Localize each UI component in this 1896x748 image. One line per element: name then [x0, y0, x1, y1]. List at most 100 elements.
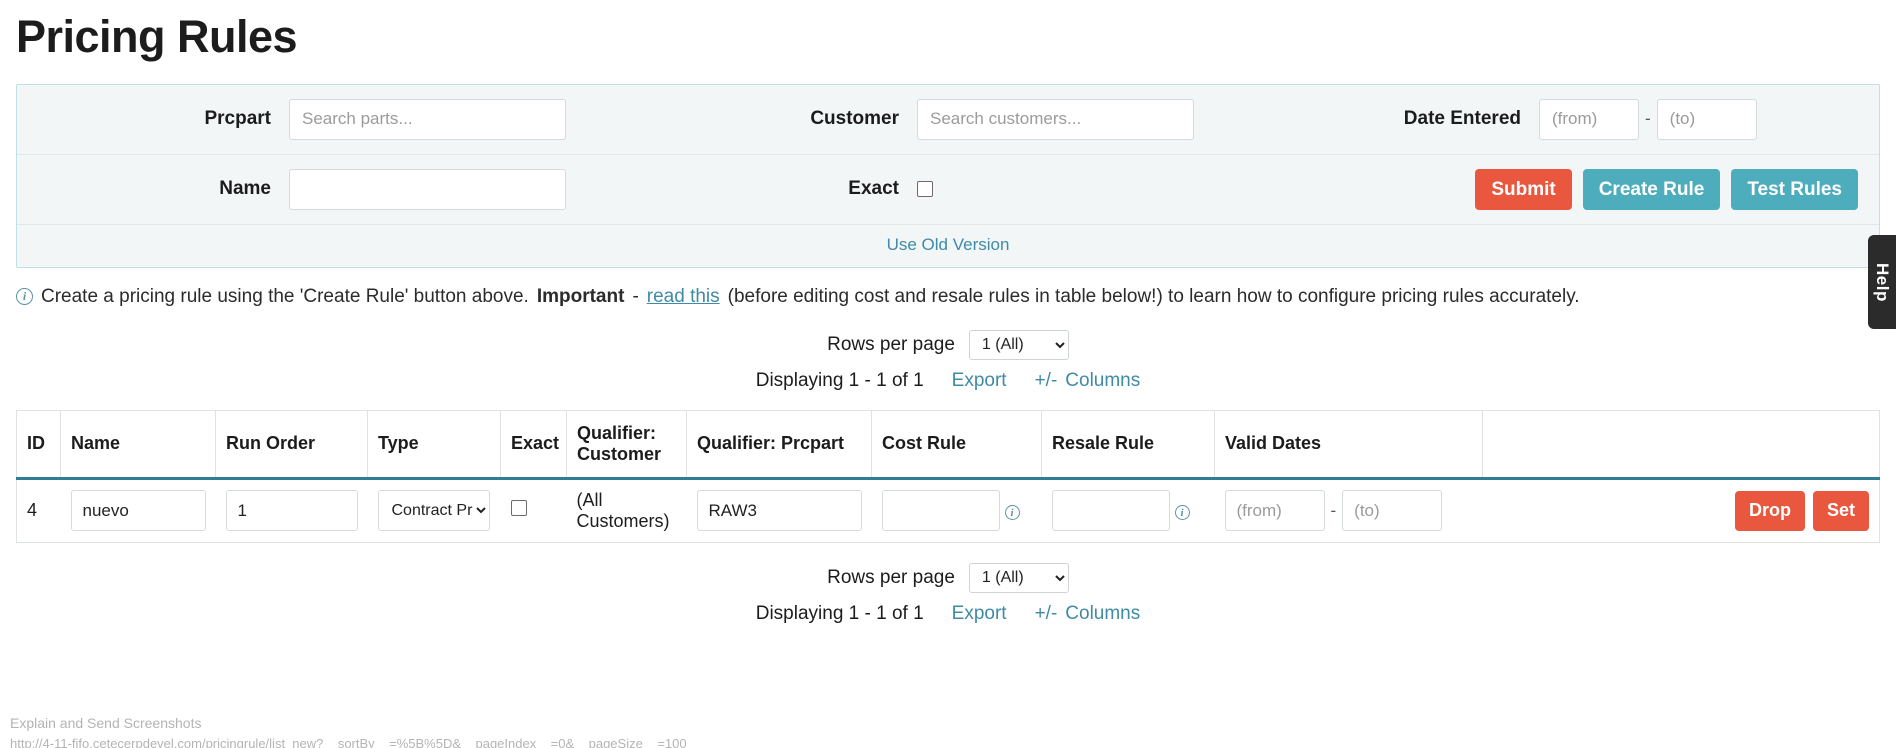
filter-field-customer: Customer [645, 98, 1267, 140]
exact-label: Exact [848, 178, 899, 199]
col-header-id[interactable]: ID [16, 409, 61, 480]
use-old-version-link[interactable]: Use Old Version [887, 235, 1010, 255]
filter-actions: Submit Create Rule Test Rules [1267, 168, 1879, 210]
filter-row-1: Prcpart Customer Date Entered - [17, 85, 1879, 154]
qualifier-customer-line1: Qualifier: [577, 422, 657, 443]
cell-actions: Drop Set [1482, 478, 1880, 543]
pager-top-columns-link[interactable]: Columns [1065, 370, 1140, 392]
pager-bottom-plusminus-link[interactable]: +/- [1035, 603, 1058, 625]
pager-bottom-export-link[interactable]: Export [952, 603, 1007, 625]
pager-top-columns-group: +/- Columns [1035, 370, 1141, 392]
pricing-rules-page: Pricing Rules Prcpart Customer Date Ente… [0, 12, 1896, 748]
col-header-qualifier-customer[interactable]: Qualifier: Customer [566, 409, 687, 480]
filter-field-exact: Exact [645, 178, 1267, 200]
table-row: 4 Contract Pri (All Cus [16, 478, 1880, 543]
prcpart-input[interactable] [289, 98, 566, 140]
col-header-qualifier-prcpart[interactable]: Qualifier: Prcpart [686, 409, 872, 480]
date-entered-label: Date Entered [1403, 108, 1521, 129]
row-valid-to-input[interactable] [1342, 490, 1443, 531]
status-overlay-url: http://4-11-fifo.cetecerpdevel.com/prici… [10, 736, 687, 748]
filter-row-2: Name Exact Submit Create Rule Test Rules [17, 153, 1879, 224]
valid-dates-range: - [1224, 490, 1473, 531]
row-valid-from-input[interactable] [1224, 490, 1325, 531]
row-drop-button[interactable]: Drop [1734, 490, 1805, 531]
customer-input[interactable] [917, 98, 1194, 140]
col-header-resale-rule[interactable]: Resale Rule [1041, 409, 1215, 480]
status-overlay: Explain and Send Screenshots http://4-11… [10, 712, 687, 748]
status-overlay-title: Explain and Send Screenshots [10, 715, 202, 731]
cell-valid-dates: - [1214, 478, 1483, 543]
col-header-name[interactable]: Name [60, 409, 216, 480]
info-banner: i Create a pricing rule using the 'Creat… [16, 286, 1896, 308]
cell-type: Contract Pri [367, 478, 501, 543]
pricing-rules-table: ID Name Run Order Type Exact Qualifier: … [16, 409, 1880, 543]
qualifier-customer-line2: Customer [577, 443, 662, 464]
pager-top-rows-per-page-label: Rows per page [827, 333, 955, 355]
col-header-run-order[interactable]: Run Order [215, 409, 368, 480]
row-name-input[interactable] [70, 490, 206, 531]
pager-bottom-columns-link[interactable]: Columns [1065, 603, 1140, 625]
pager-bottom-rows-per-page-label: Rows per page [827, 566, 955, 588]
row-set-button[interactable]: Set [1812, 490, 1869, 531]
name-label: Name [219, 178, 271, 199]
cell-run-order [215, 478, 368, 543]
cell-id: 4 [16, 478, 61, 543]
filter-panel: Prcpart Customer Date Entered - Name Exa… [16, 83, 1880, 268]
row-cost-rule-input[interactable] [881, 490, 1000, 531]
cell-resale-rule: i [1041, 478, 1215, 543]
info-important-word: Important [536, 285, 625, 307]
cost-rule-info-icon[interactable]: i [1004, 505, 1020, 520]
pager-bottom-rows-per-page: Rows per page 1 (All) [0, 562, 1896, 593]
cell-qualifier-customer: (All Customers) [566, 478, 687, 543]
row-exact-checkbox[interactable] [510, 500, 527, 516]
help-tab-label: Help [1873, 262, 1892, 302]
pager-top-export-link[interactable]: Export [952, 370, 1007, 392]
col-header-valid-dates[interactable]: Valid Dates [1214, 409, 1483, 480]
filter-field-prcpart: Prcpart [17, 98, 645, 140]
create-rule-button[interactable]: Create Rule [1582, 168, 1721, 210]
pager-top: Rows per page 1 (All) Displaying 1 - 1 o… [0, 329, 1896, 392]
read-this-link[interactable]: read this [647, 286, 720, 308]
pager-top-plusminus-link[interactable]: +/- [1035, 370, 1058, 392]
name-input[interactable] [289, 168, 566, 210]
cell-qualifier-prcpart [686, 478, 872, 543]
row-qualifier-prcpart-input[interactable] [696, 490, 862, 531]
table-header-row: ID Name Run Order Type Exact Qualifier: … [16, 409, 1880, 480]
col-header-exact[interactable]: Exact [500, 409, 567, 480]
info-text-part1: Create a pricing rule using the 'Create … [41, 285, 529, 307]
pricing-rules-table-wrap: ID Name Run Order Type Exact Qualifier: … [16, 409, 1880, 543]
filter-field-date-entered: Date Entered - [1267, 98, 1879, 140]
exact-checkbox[interactable] [917, 181, 933, 197]
col-header-type[interactable]: Type [367, 409, 501, 480]
info-dash: - [632, 285, 639, 307]
submit-button[interactable]: Submit [1475, 168, 1572, 210]
date-entered-to-input[interactable] [1656, 98, 1757, 140]
pager-bottom-summary: Displaying 1 - 1 of 1 Export +/- Columns [0, 603, 1896, 625]
pager-bottom: Rows per page 1 (All) Displaying 1 - 1 o… [0, 562, 1896, 625]
page-title: Pricing Rules [16, 11, 298, 62]
customer-label: Customer [810, 108, 899, 129]
info-text-part2: (before editing cost and resale rules in… [727, 285, 1580, 307]
filter-field-name: Name [17, 168, 645, 210]
pager-top-rows-per-page-select[interactable]: 1 (All) [968, 329, 1069, 360]
row-run-order-input[interactable] [225, 490, 358, 531]
row-action-buttons: Drop Set [1493, 490, 1869, 531]
cell-exact [500, 478, 567, 543]
pager-bottom-columns-group: +/- Columns [1035, 603, 1141, 625]
filter-row-3: Use Old Version [17, 223, 1879, 267]
cell-cost-rule: i [871, 478, 1042, 543]
test-rules-button[interactable]: Test Rules [1731, 168, 1858, 210]
row-type-select[interactable]: Contract Pri [377, 490, 490, 531]
row-resale-rule-input[interactable] [1051, 490, 1170, 531]
resale-rule-info-icon[interactable]: i [1174, 505, 1190, 520]
pager-top-rows-per-page: Rows per page 1 (All) [0, 329, 1896, 360]
cell-name [60, 478, 216, 543]
help-tab[interactable]: Help [1868, 235, 1896, 329]
pager-top-summary: Displaying 1 - 1 of 1 Export +/- Columns [0, 370, 1896, 392]
pager-bottom-rows-per-page-select[interactable]: 1 (All) [968, 562, 1069, 593]
date-entered-from-input[interactable] [1539, 98, 1639, 140]
prcpart-label: Prcpart [204, 108, 271, 129]
col-header-cost-rule[interactable]: Cost Rule [871, 409, 1042, 480]
info-icon: i [16, 288, 33, 305]
col-header-actions [1482, 409, 1880, 480]
